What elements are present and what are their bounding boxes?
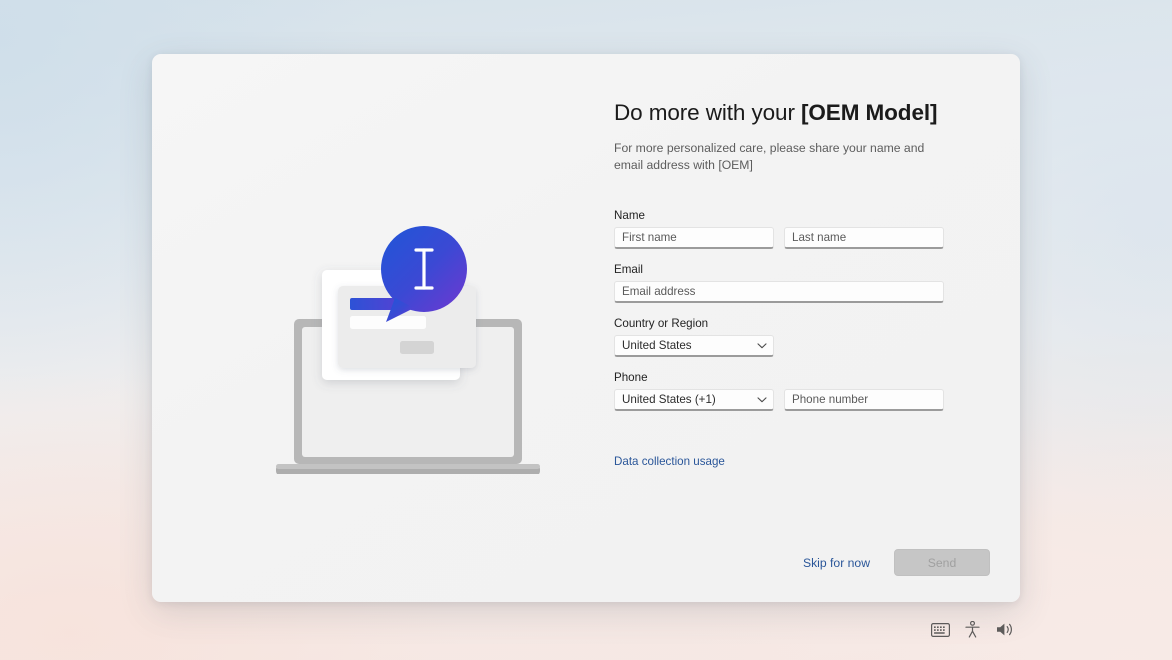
phone-country-code-value: United States (+1) xyxy=(622,393,716,406)
skip-for-now-button[interactable]: Skip for now xyxy=(797,550,876,576)
name-label: Name xyxy=(614,209,954,222)
keyboard-icon[interactable] xyxy=(931,623,950,637)
registration-form-column: Do more with your [OEM Model] For more p… xyxy=(614,100,954,470)
oem-registration-panel: Do more with your [OEM Model] For more p… xyxy=(152,54,1020,602)
country-select-value: United States xyxy=(622,339,692,352)
send-button[interactable]: Send xyxy=(894,549,990,576)
phone-field-group: Phone United States (+1) xyxy=(614,371,954,411)
speech-bubble-icon xyxy=(381,226,497,322)
volume-icon[interactable] xyxy=(995,622,1014,637)
email-label: Email xyxy=(614,263,954,276)
form-card-button xyxy=(400,341,434,354)
email-field-group: Email xyxy=(614,263,954,303)
phone-label: Phone xyxy=(614,371,954,384)
phone-country-code-select-wrapper: United States (+1) xyxy=(614,389,774,411)
accessibility-icon[interactable] xyxy=(965,621,980,638)
page-title-model: [OEM Model] xyxy=(801,100,937,125)
phone-field-row: United States (+1) xyxy=(614,389,954,411)
phone-number-input[interactable] xyxy=(784,389,944,411)
email-field-row xyxy=(614,281,954,303)
name-field-row xyxy=(614,227,954,249)
country-select-wrapper: United States xyxy=(614,335,774,357)
page-subtitle: For more personalized care, please share… xyxy=(614,140,938,173)
country-select[interactable]: United States xyxy=(614,335,774,357)
email-input[interactable] xyxy=(614,281,944,303)
page-title-lead: Do more with your xyxy=(614,100,801,125)
footer-actions: Skip for now Send xyxy=(797,549,990,576)
data-collection-usage-link[interactable]: Data collection usage xyxy=(614,455,725,468)
name-field-group: Name xyxy=(614,209,954,249)
laptop-form-chat-illustration xyxy=(262,224,562,474)
country-field-group: Country or Region United States xyxy=(614,317,954,357)
last-name-input[interactable] xyxy=(784,227,944,249)
first-name-input[interactable] xyxy=(614,227,774,249)
taskbar-tray-icons xyxy=(931,621,1014,638)
page-title: Do more with your [OEM Model] xyxy=(614,100,954,126)
country-field-row: United States xyxy=(614,335,954,357)
phone-country-code-select[interactable]: United States (+1) xyxy=(614,389,774,411)
country-label: Country or Region xyxy=(614,317,954,330)
